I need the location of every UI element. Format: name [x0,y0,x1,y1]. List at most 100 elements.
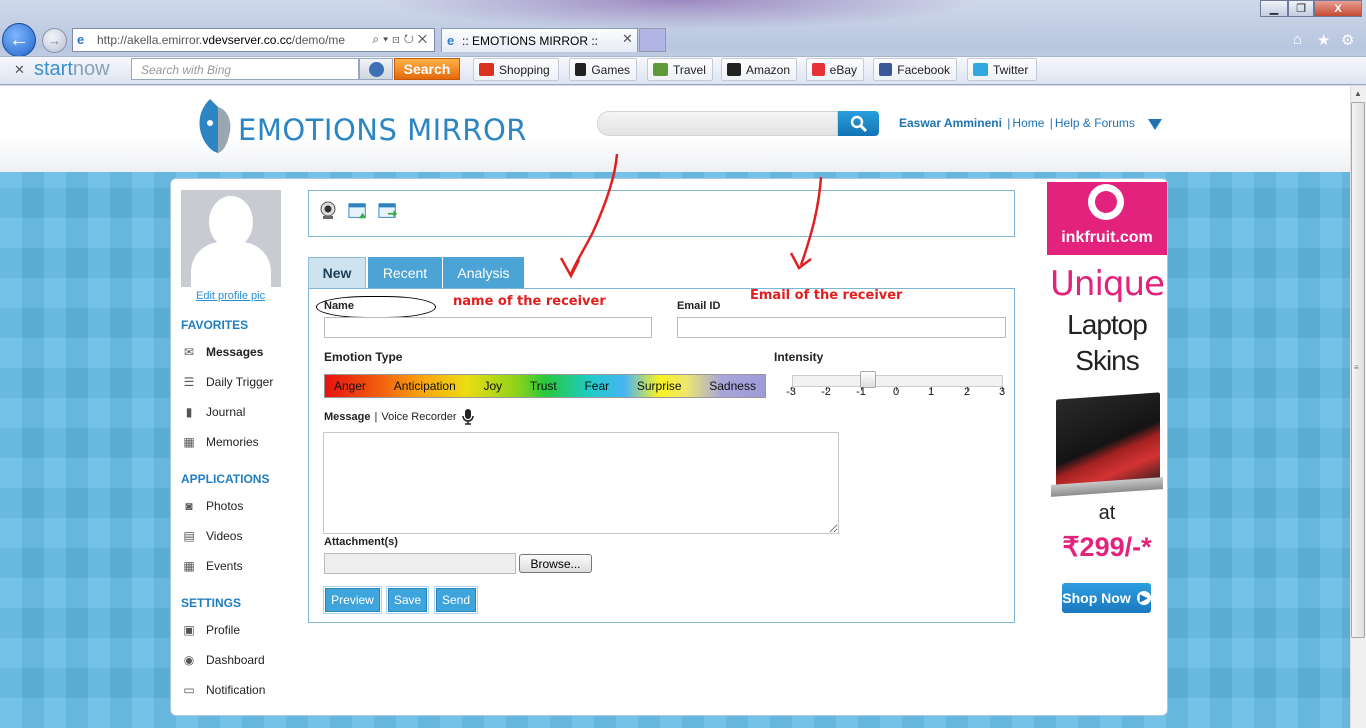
bing-search-input[interactable]: Search with Bing [131,58,359,80]
sidebar-item-events[interactable]: ▦ Events [181,559,243,573]
forward-button[interactable]: → [42,28,67,53]
tab-close-icon[interactable]: ✕ [622,31,633,47]
ad-banner[interactable]: inkfruit.com Unique Laptop Skins at ₹299… [1047,182,1167,632]
sidebar-item-photos[interactable]: ◙ Photos [181,499,243,513]
emotion-option-surprise[interactable]: Surprise [637,379,682,393]
user-menu-chevron-down-icon[interactable] [1148,119,1162,130]
site-search-button[interactable] [838,111,879,136]
emotions-mirror-logo-icon[interactable] [196,97,240,155]
inkfruit-logo-icon [1088,184,1124,220]
amazon-icon [727,63,741,76]
emotion-option-trust[interactable]: Trust [530,379,557,393]
window-maximize-button[interactable]: ❐ [1288,0,1314,17]
webcam-icon[interactable] [318,201,338,221]
url-suffix: /demo/me [291,33,346,47]
sidebar-item-journal[interactable]: ▮ Journal [181,405,246,419]
ad-brand: inkfruit.com [1061,229,1153,246]
attachment-path-field[interactable] [324,553,516,574]
quick-actions-bar [308,190,1015,237]
window-minimize-button[interactable]: ▁ [1260,0,1288,17]
emotion-option-fear[interactable]: Fear [584,379,609,393]
ad-shop-now-button[interactable]: Shop Now ▶ [1062,583,1151,613]
browse-button[interactable]: Browse... [519,554,592,573]
toolbar-link-games[interactable]: Games [569,58,637,81]
window-close-button[interactable]: X [1314,0,1362,17]
tab-new[interactable]: New [308,257,366,288]
toolbar-link-twitter[interactable]: Twitter [967,58,1037,81]
toolbar-link-travel[interactable]: Travel [647,58,713,81]
intensity-tick-label: -1 [856,386,866,398]
intensity-tick-label: 2 [963,386,971,398]
tab-analysis[interactable]: Analysis [443,257,524,288]
home-icon[interactable]: ⌂ [1293,31,1302,48]
emotion-option-sadness[interactable]: Sadness [709,379,756,393]
help-forums-link[interactable]: Help & Forums [1055,116,1135,130]
site-search-input[interactable] [597,111,838,136]
sidebar-item-profile[interactable]: ▣ Profile [181,623,240,637]
share-window-icon[interactable] [378,201,398,221]
upload-photo-icon[interactable] [348,201,368,221]
emotion-option-joy[interactable]: Joy [483,379,502,393]
sidebar-item-memories[interactable]: ▦ Memories [181,435,258,449]
toolbar-close-icon[interactable]: ✕ [14,62,25,78]
camera-icon: ◙ [185,499,193,513]
toolbar-link-amazon[interactable]: Amazon [721,58,797,81]
preview-button[interactable]: Preview [323,586,382,614]
toolbar-link-label: Twitter [993,62,1029,77]
name-label-scribble [316,296,436,318]
search-engine-selector[interactable] [359,58,393,80]
ie-page-icon: e [77,32,85,47]
sidebar-item-label: Photos [206,499,244,513]
back-button[interactable]: ← [2,23,36,57]
sidebar-item-daily-trigger[interactable]: ☰ Daily Trigger [181,375,274,389]
address-controls[interactable]: ⌕▾⊡↻✕ [368,32,431,47]
user-name-link[interactable]: Easwar Ammineni [899,116,1002,130]
annotation-arrow-email [789,176,823,270]
message-textarea[interactable] [323,432,839,534]
microphone-icon[interactable] [461,409,475,425]
toolbar-link-label: Travel [673,62,706,77]
favorites-star-icon[interactable]: ★ [1317,31,1330,49]
save-button[interactable]: Save [386,586,429,614]
sidebar-item-label: Events [206,559,243,573]
sidebar-item-dashboard[interactable]: ◉ Dashboard [181,653,265,667]
toolbar-link-shopping[interactable]: Shopping [473,58,559,81]
sidebar-item-videos[interactable]: ▤ Videos [181,529,242,543]
new-tab-button[interactable] [639,28,666,52]
facebook-icon [879,63,893,76]
emotion-type-selector[interactable]: Anger Anticipation Joy Trust Fear Surprise Sad… [324,374,766,398]
scroll-up-arrow-icon[interactable]: ▲ [1354,89,1362,98]
email-label: Email ID [677,300,721,312]
edit-profile-pic-link[interactable]: Edit profile pic [196,290,265,302]
scrollbar-grip-icon: ≡ [1354,363,1359,372]
emotion-option-anger[interactable]: Anger [334,379,366,393]
address-bar[interactable]: e http://akella.emirror.vdevserver.co.cc/… [72,28,435,52]
toolbar-search-button[interactable]: Search [394,58,460,80]
toolbar-link-label: Shopping [499,62,550,77]
email-field[interactable] [677,317,1006,338]
sidebar-item-messages[interactable]: ✉ Messages [181,345,263,359]
profile-card-icon: ▣ [183,623,195,637]
intensity-tick-label: 0 [892,386,900,398]
name-field[interactable] [324,317,652,338]
home-link[interactable]: Home [1012,116,1044,130]
emotion-option-anticipation[interactable]: Anticipation [394,379,456,393]
chess-knight-icon [575,63,587,76]
message-separator: | [374,411,378,423]
chevron-right-icon: ▶ [1136,591,1151,605]
tab-recent[interactable]: Recent [368,257,442,288]
toolbar-link-ebay[interactable]: eBay [806,58,864,81]
intensity-tick-label: -2 [821,386,831,398]
toolbar-link-facebook[interactable]: Facebook [873,58,957,81]
voice-recorder-link[interactable]: Voice Recorder [381,411,456,423]
sidebar-item-notification[interactable]: ▭ Notification [181,683,265,697]
startnow-logo[interactable]: startnow [34,58,110,81]
send-button[interactable]: Send [434,586,478,614]
browser-tab-active[interactable]: e :: EMOTIONS MIRROR :: [441,28,638,52]
intensity-tick-label: 3 [998,386,1006,398]
tools-gear-icon[interactable]: ⚙ [1341,31,1354,49]
notification-icon: ▭ [183,683,195,697]
annotation-name: name of the receiver [453,294,606,309]
site-brand-text[interactable]: EMOTIONS MIRROR [238,113,527,147]
sidebar-item-label: Messages [206,345,264,359]
